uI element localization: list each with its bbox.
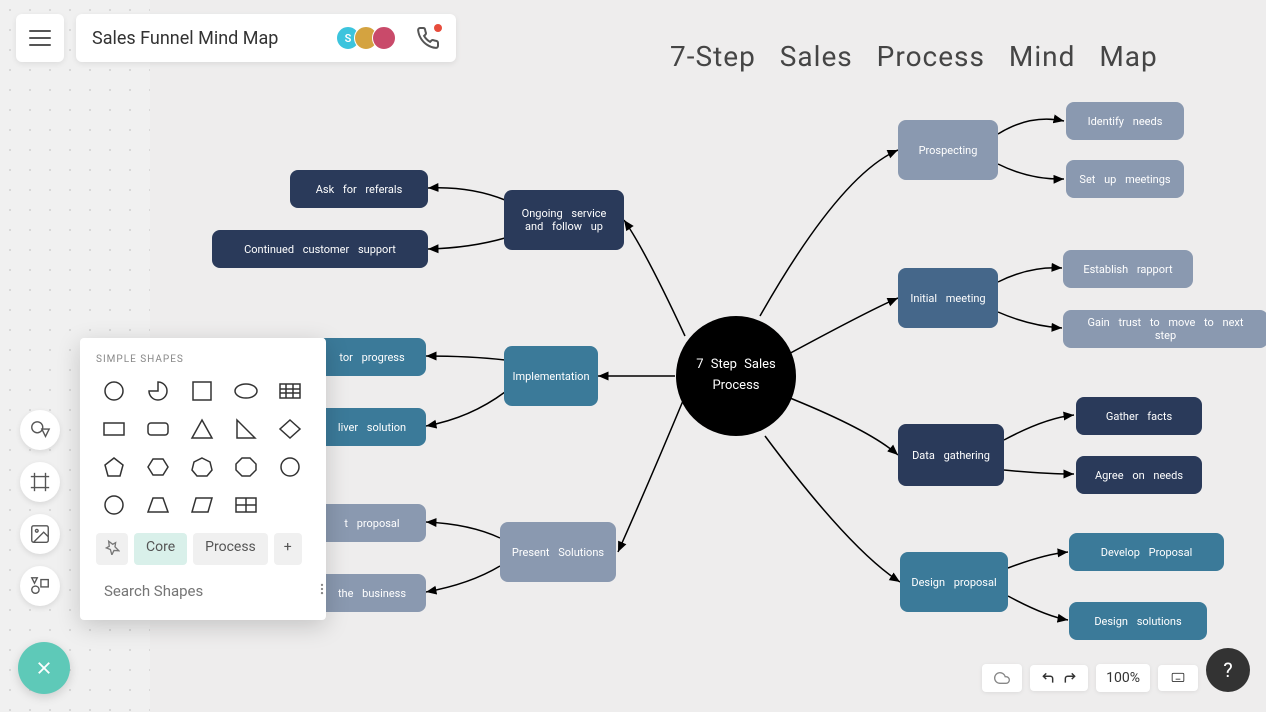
node-initial-meeting[interactable]: Initial meeting (898, 268, 998, 328)
shape-trapezoid[interactable] (140, 491, 176, 519)
avatar-3[interactable] (372, 26, 396, 50)
undo-redo[interactable] (1030, 665, 1088, 691)
shape-decagon[interactable] (96, 491, 132, 519)
pin-tab[interactable] (96, 533, 128, 565)
shapes-tool[interactable] (20, 410, 60, 450)
tab-core[interactable]: Core (134, 533, 187, 565)
shape-right-triangle[interactable] (228, 415, 264, 443)
node-implementation[interactable]: Implementation (504, 346, 598, 406)
title-bar: Sales Funnel Mind Map S (76, 14, 456, 62)
redo-icon (1062, 671, 1078, 685)
node-design-solutions[interactable]: Design solutions (1069, 602, 1207, 640)
shape-grid[interactable] (272, 377, 308, 405)
shape-rounded-rect[interactable] (140, 415, 176, 443)
node-agree-needs[interactable]: Agree on needs (1076, 456, 1202, 494)
node-present-proposal[interactable]: t proposal (318, 504, 426, 542)
center-node[interactable]: 7 Step Sales Process (676, 316, 796, 436)
search-input[interactable] (104, 582, 303, 600)
shapes-panel: SIMPLE SHAPES Core Process + (80, 338, 326, 620)
shape-nonagon[interactable] (272, 453, 308, 481)
shape-octagon[interactable] (228, 453, 264, 481)
more-menu[interactable] (311, 577, 333, 604)
shape-table[interactable] (228, 491, 264, 519)
zoom-level[interactable]: 100% (1096, 664, 1150, 692)
node-setup-meetings[interactable]: Set up meetings (1066, 160, 1184, 198)
node-progress[interactable]: tor progress (318, 338, 426, 376)
node-design-proposal[interactable]: Design proposal (900, 552, 1008, 612)
panel-title: SIMPLE SHAPES (96, 354, 310, 365)
shape-pie[interactable] (140, 377, 176, 405)
draw-tool[interactable] (20, 566, 60, 606)
menu-button[interactable] (16, 14, 64, 62)
cloud-sync[interactable] (982, 664, 1022, 692)
shape-pentagon[interactable] (96, 453, 132, 481)
document-title[interactable]: Sales Funnel Mind Map (92, 28, 324, 49)
shape-square[interactable] (184, 377, 220, 405)
image-tool[interactable] (20, 514, 60, 554)
node-present-solutions[interactable]: Present Solutions (500, 522, 616, 582)
frame-tool[interactable] (20, 462, 60, 502)
tab-process[interactable]: Process (193, 533, 268, 565)
node-gain-trust[interactable]: Gain trust to move to next step (1063, 310, 1266, 348)
help-button[interactable]: ? (1206, 648, 1250, 692)
node-referals[interactable]: Ask for referals (290, 170, 428, 208)
undo-icon (1040, 671, 1056, 685)
node-establish-rapport[interactable]: Establish rapport (1063, 250, 1193, 288)
node-identify-needs[interactable]: Identify needs (1066, 102, 1184, 140)
keyboard-shortcuts[interactable] (1158, 665, 1198, 691)
shape-triangle[interactable] (184, 415, 220, 443)
shape-heptagon[interactable] (184, 453, 220, 481)
shape-parallelogram[interactable] (184, 491, 220, 519)
close-icon (35, 659, 53, 677)
shape-circle[interactable] (96, 377, 132, 405)
node-support[interactable]: Continued customer support (212, 230, 428, 268)
mindmap-title: 7-Step Sales Process Mind Map (670, 40, 1158, 73)
call-button[interactable] (416, 26, 440, 50)
node-develop-proposal[interactable]: Develop Proposal (1069, 533, 1224, 571)
notification-dot (434, 24, 442, 32)
close-panel-button[interactable] (18, 642, 70, 694)
node-prospecting[interactable]: Prospecting (898, 120, 998, 180)
node-ongoing[interactable]: Ongoing service and follow up (504, 190, 624, 250)
node-deliver[interactable]: liver solution (318, 408, 426, 446)
shape-hexagon[interactable] (140, 453, 176, 481)
shape-ellipse[interactable] (228, 377, 264, 405)
shape-rectangle[interactable] (96, 415, 132, 443)
hamburger-icon (29, 30, 51, 46)
add-tab[interactable]: + (274, 533, 302, 565)
shape-diamond[interactable] (272, 415, 308, 443)
node-gather-facts[interactable]: Gather facts (1076, 397, 1202, 435)
node-data-gathering[interactable]: Data gathering (898, 424, 1004, 486)
node-business[interactable]: the business (318, 574, 426, 612)
collaborator-avatars: S (336, 26, 396, 50)
